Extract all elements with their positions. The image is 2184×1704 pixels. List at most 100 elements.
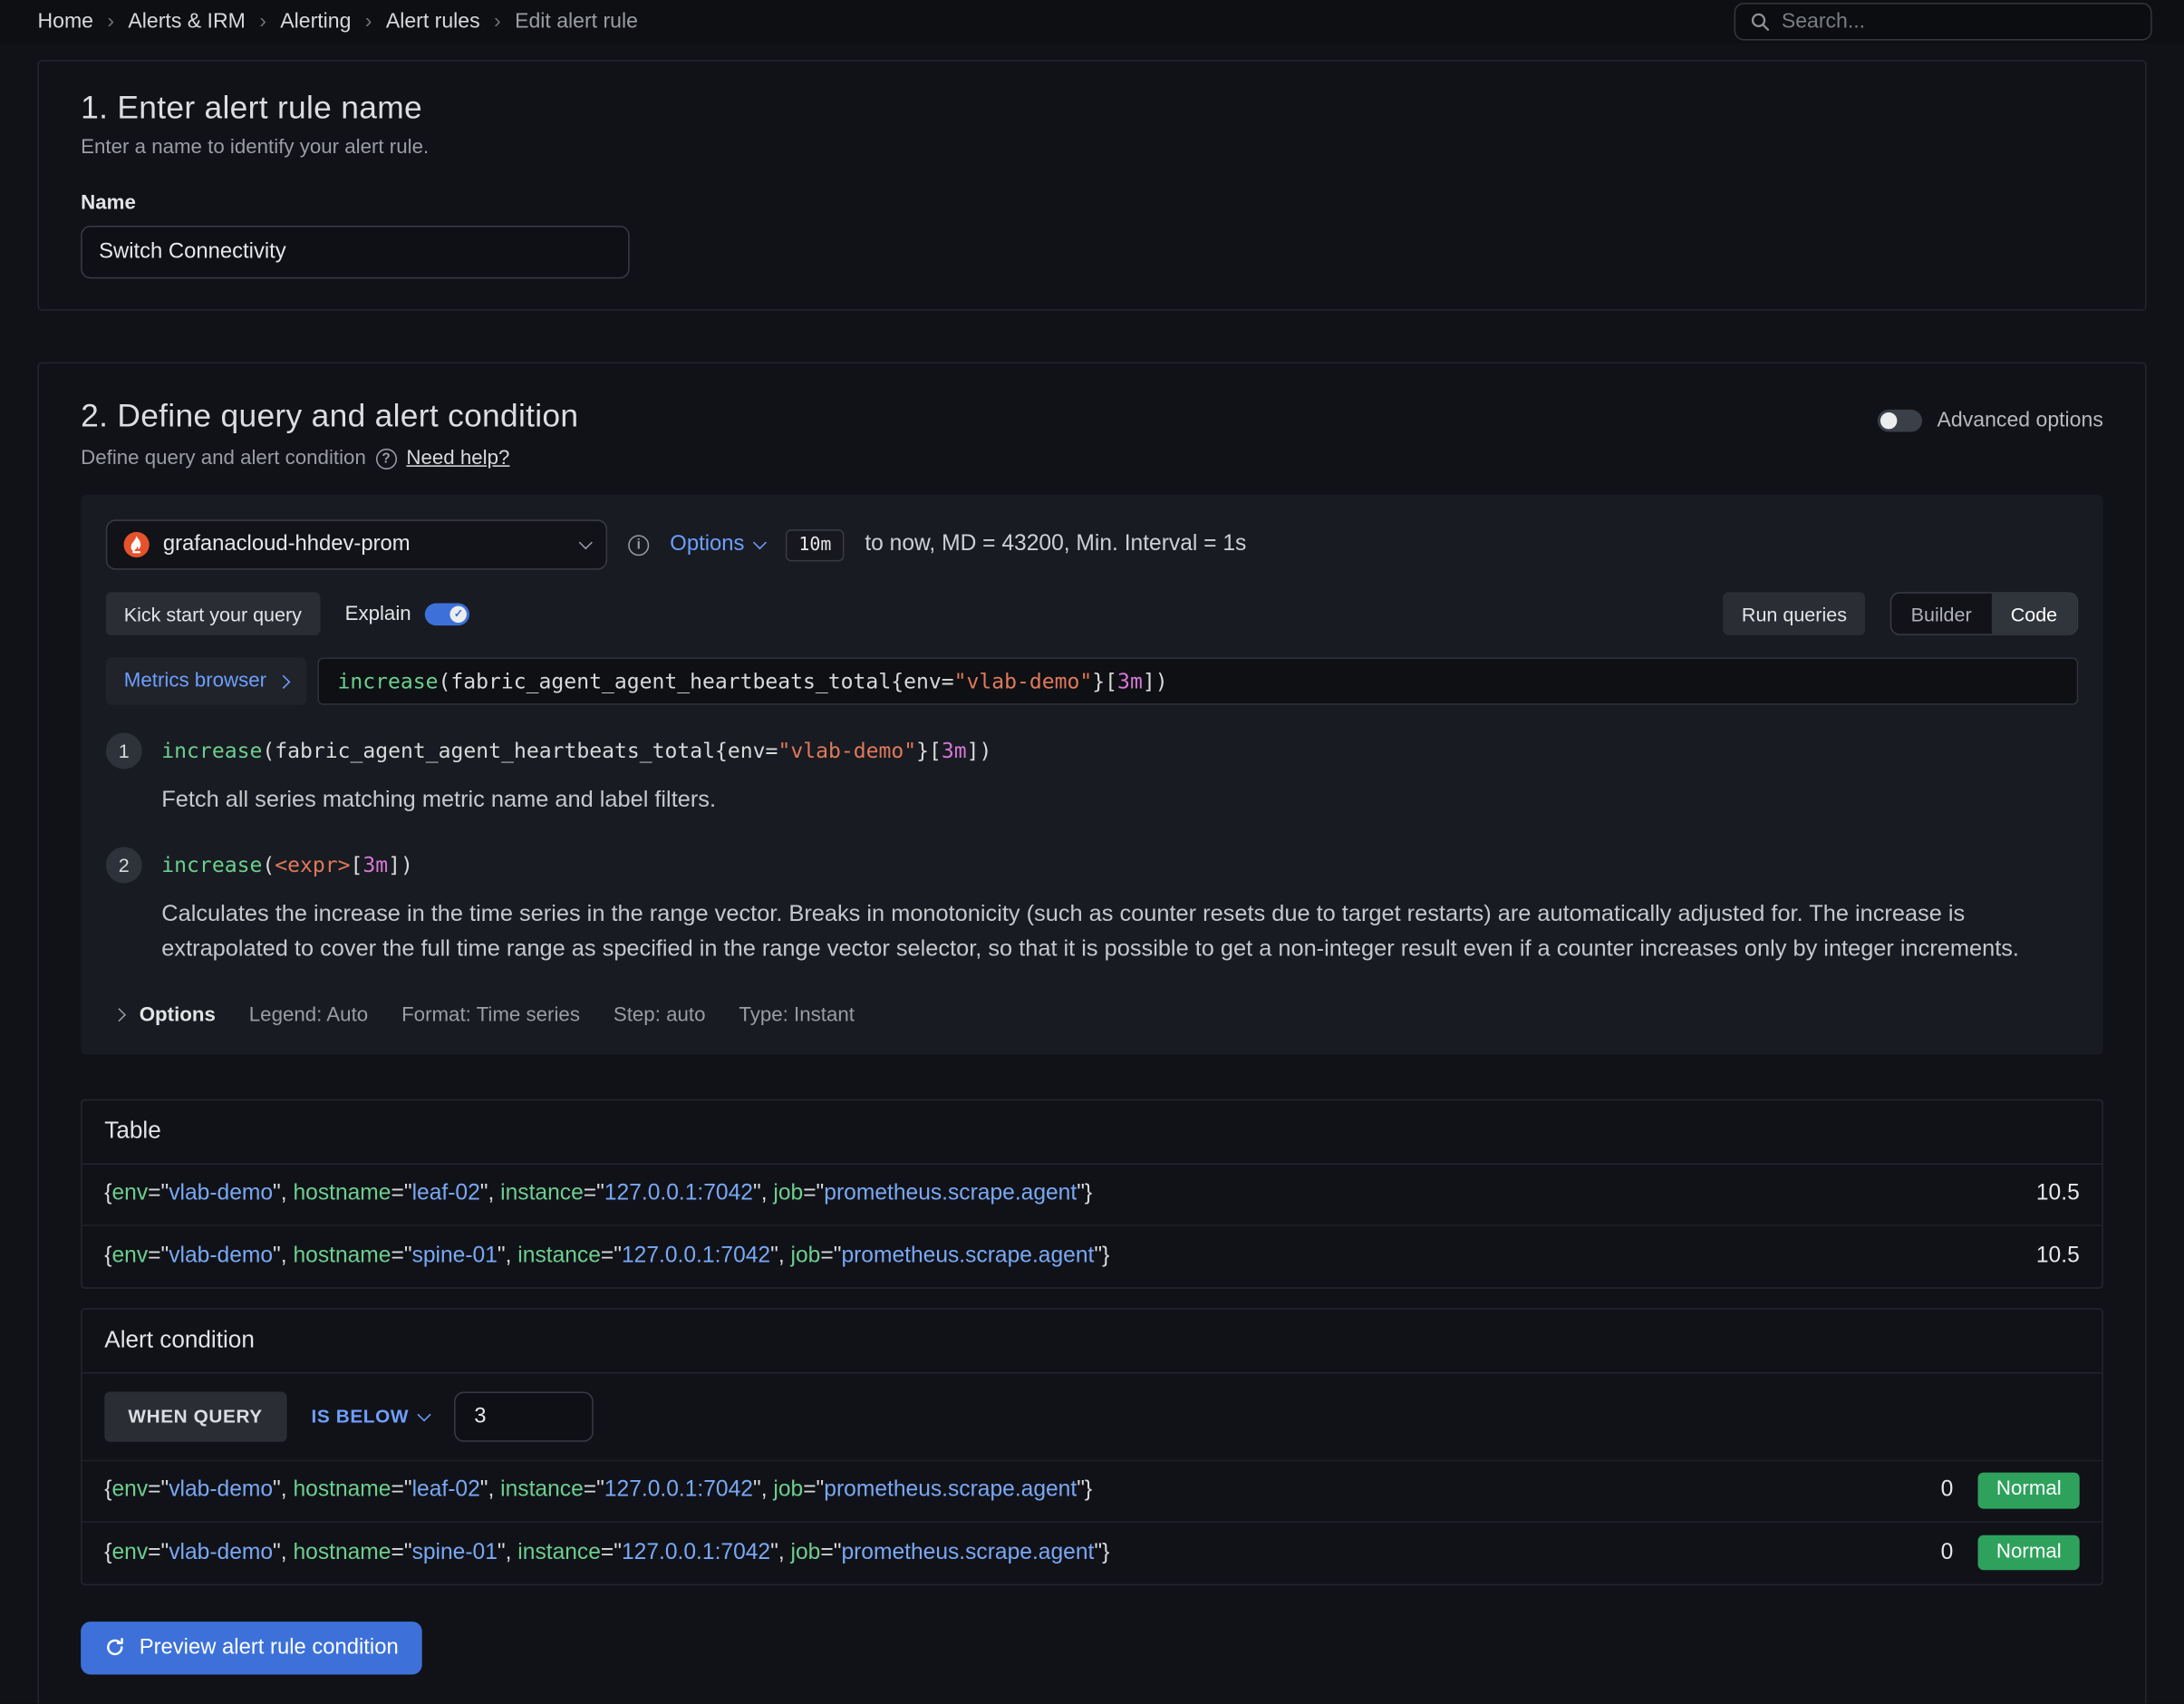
step1-title: 1. Enter alert rule name [81, 89, 2103, 126]
alert-name-input[interactable] [81, 226, 630, 278]
options-expander-label: Options [140, 1004, 216, 1027]
alert-result-row: {env="vlab-demo", hostname="leaf-02", in… [82, 1461, 2102, 1523]
legend-option: Legend: Auto [249, 1004, 368, 1027]
operator-select[interactable]: IS BELOW [307, 1406, 434, 1427]
state-badge: Normal [1978, 1473, 2080, 1508]
breadcrumb-separator: › [494, 10, 501, 34]
alert-condition-panel: Alert condition WHEN QUERY IS BELOW {env… [81, 1308, 2103, 1585]
explain-code-2: increase(<expr>[3m]) [161, 847, 2078, 883]
need-help-link[interactable]: Need help? [406, 447, 509, 470]
series-labels: {env="vlab-demo", hostname="spine-01", i… [104, 1244, 1109, 1269]
query-options-link[interactable]: Options [670, 532, 765, 557]
state-badge: Normal [1978, 1535, 2080, 1571]
series-value: 10.5 [2036, 1244, 2080, 1269]
condition-row: WHEN QUERY IS BELOW [82, 1373, 2102, 1461]
prometheus-icon [122, 531, 150, 559]
alert-result-row: {env="vlab-demo", hostname="spine-01", i… [82, 1522, 2102, 1583]
tab-builder[interactable]: Builder [1891, 594, 1991, 634]
query-options-label: Options [670, 532, 744, 557]
explain-description-1: Fetch all series matching metric name an… [161, 783, 991, 818]
main-content: 1. Enter alert rule name Enter a name to… [0, 60, 2184, 1704]
preview-alert-rule-button[interactable]: Preview alert rule condition [81, 1622, 422, 1674]
info-icon: i [628, 534, 649, 555]
series-labels: {env="vlab-demo", hostname="spine-01", i… [104, 1540, 1109, 1565]
explain-step-2: 2 increase(<expr>[3m]) Calculates the in… [106, 847, 2078, 968]
chevron-down-icon [753, 536, 767, 549]
datasource-picker[interactable]: grafanacloud-hhdev-prom [106, 519, 607, 569]
breadcrumb: Home › Alerts & IRM › Alerting › Alert r… [37, 10, 637, 34]
chevron-right-icon [112, 1008, 126, 1021]
preview-alert-rule-label: Preview alert rule condition [140, 1635, 399, 1660]
toggle-knob [1880, 411, 1897, 428]
query-row: Metrics browser increase(fabric_agent_ag… [106, 657, 2078, 704]
search-icon [1749, 11, 1770, 32]
breadcrumb-separator: › [259, 10, 266, 34]
step2-card: 2. Define query and alert condition Adva… [37, 363, 2146, 1704]
chevron-down-icon [579, 536, 593, 549]
explain-label: Explain [345, 603, 411, 625]
run-queries-button[interactable]: Run queries [1724, 592, 1865, 635]
datasource-name: grafanacloud-hhdev-prom [163, 532, 568, 557]
advanced-options-label: Advanced options [1938, 408, 2103, 431]
advanced-options: Advanced options [1877, 408, 2102, 431]
threshold-input[interactable] [455, 1391, 594, 1441]
breadcrumb-item-edit-alert-rule: Edit alert rule [515, 10, 638, 34]
breadcrumb-item-alerting[interactable]: Alerting [280, 10, 351, 34]
options-expander[interactable]: Options [114, 1004, 216, 1027]
question-circle-icon: ? [376, 448, 397, 469]
type-option: Type: Instant [739, 1004, 855, 1027]
step2-title: 2. Define query and alert condition [81, 397, 578, 434]
step1-card: 1. Enter alert rule name Enter a name to… [37, 60, 2146, 311]
series-value: 0 [1941, 1540, 1954, 1565]
breadcrumb-item-alert-rules[interactable]: Alert rules [386, 10, 480, 34]
refresh-icon [104, 1637, 125, 1658]
query-expression-input[interactable]: increase(fabric_agent_agent_heartbeats_t… [318, 657, 2078, 704]
explain-step-1: 1 increase(fabric_agent_agent_heartbeats… [106, 732, 2078, 818]
explain-code-1: increase(fabric_agent_agent_heartbeats_t… [161, 732, 991, 769]
top-bar: Home › Alerts & IRM › Alerting › Alert r… [0, 0, 2184, 44]
explain-description-2: Calculates the increase in the time seri… [161, 896, 2078, 968]
operator-label: IS BELOW [312, 1406, 410, 1427]
advanced-options-toggle[interactable] [1877, 409, 1921, 431]
when-query-chip: WHEN QUERY [104, 1391, 286, 1441]
query-editor-panel: grafanacloud-hhdev-prom i Options 10m to… [81, 495, 2103, 1054]
alert-condition-title: Alert condition [82, 1309, 2102, 1373]
search-box[interactable] [1735, 3, 2152, 40]
table-panel-title: Table [82, 1100, 2102, 1165]
series-value: 10.5 [2036, 1182, 2080, 1207]
query-toolbar: Kick start your query Explain ✓ Run quer… [106, 592, 2078, 635]
breadcrumb-separator: › [107, 10, 114, 34]
name-label: Name [81, 192, 2103, 215]
step-option: Step: auto [614, 1004, 706, 1027]
breadcrumb-item-alerts-irm[interactable]: Alerts & IRM [128, 10, 245, 34]
table-row: {env="vlab-demo", hostname="leaf-02", in… [82, 1164, 2102, 1225]
table-results-panel: Table {env="vlab-demo", hostname="leaf-0… [81, 1099, 2103, 1288]
format-option: Format: Time series [401, 1004, 580, 1027]
step1-subtitle: Enter a name to identify your alert rule… [81, 137, 2103, 160]
chevron-down-icon [418, 1408, 431, 1421]
time-range-text: to now, MD = 43200, Min. Interval = 1s [865, 532, 1246, 557]
step2-subtitle: Define query and alert condition [81, 447, 366, 470]
explain-control: Explain ✓ [345, 603, 470, 625]
time-range-badge: 10m [787, 528, 845, 560]
chevron-right-icon [277, 674, 291, 688]
tab-code[interactable]: Code [1991, 594, 2076, 634]
series-labels: {env="vlab-demo", hostname="leaf-02", in… [104, 1478, 1092, 1504]
step-number-badge: 1 [106, 732, 142, 769]
series-labels: {env="vlab-demo", hostname="leaf-02", in… [104, 1182, 1092, 1207]
series-value: 0 [1941, 1478, 1954, 1504]
toggle-knob: ✓ [450, 605, 467, 622]
breadcrumb-item-home[interactable]: Home [37, 10, 93, 34]
builder-code-toggle: Builder Code [1890, 592, 2079, 635]
datasource-row: grafanacloud-hhdev-prom i Options 10m to… [106, 519, 2078, 569]
step2-subtitle-row: Define query and alert condition ? Need … [81, 447, 2103, 470]
table-row: {env="vlab-demo", hostname="spine-01", i… [82, 1225, 2102, 1287]
metrics-browser-button[interactable]: Metrics browser [106, 657, 307, 704]
query-options-row: Options Legend: Auto Format: Time series… [106, 982, 2078, 1049]
step-number-badge: 2 [106, 847, 142, 883]
breadcrumb-separator: › [365, 10, 372, 34]
kick-start-query-button[interactable]: Kick start your query [106, 592, 320, 635]
search-input[interactable] [1782, 10, 2137, 34]
explain-toggle[interactable]: ✓ [425, 603, 469, 625]
metrics-browser-label: Metrics browser [124, 670, 266, 692]
